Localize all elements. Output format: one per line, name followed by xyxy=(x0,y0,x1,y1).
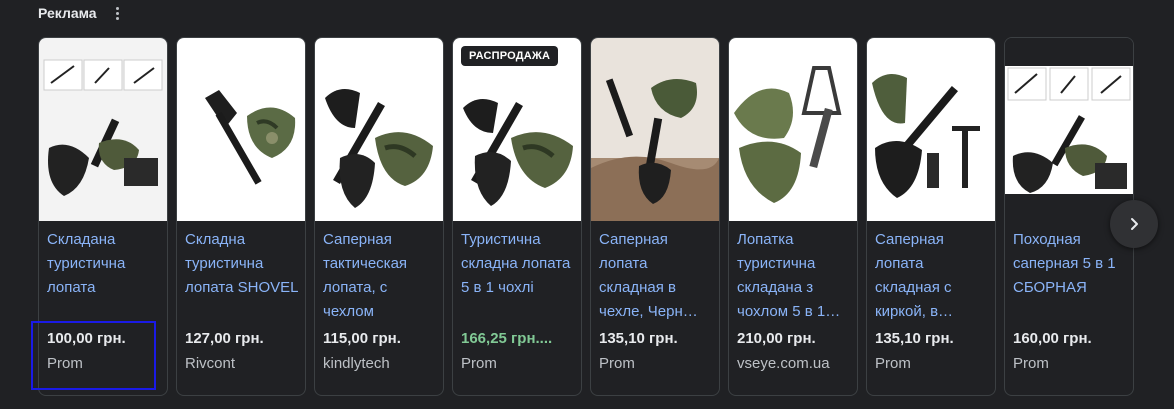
product-price: 135,10 грн. xyxy=(599,330,678,347)
product-price: 160,00 грн. xyxy=(1013,330,1092,347)
folding-shovel-icon xyxy=(43,59,163,196)
folding-shovel-icon xyxy=(872,74,980,198)
product-card[interactable]: Лопатка туристична складана з чохлом 5 в… xyxy=(728,37,858,396)
product-seller: kindlytech xyxy=(323,355,390,372)
product-seller: vseye.com.ua xyxy=(737,355,830,372)
ads-label: Реклама xyxy=(38,5,97,21)
product-card[interactable]: Складна туристична лопата SHOVEL 127,00 … xyxy=(176,37,306,396)
product-card[interactable]: РАСПРОДАЖА Туристична складна лопата 5 в… xyxy=(452,37,582,396)
chevron-right-icon xyxy=(1131,218,1138,230)
product-seller: Prom xyxy=(875,355,911,372)
product-seller: Rivcont xyxy=(185,355,236,372)
product-image: РАСПРОДАЖА xyxy=(453,38,581,221)
product-title[interactable]: Лопатка туристична складана з чохлом 5 в… xyxy=(737,228,851,324)
product-title[interactable]: Походная саперная 5 в 1 СБОРНАЯ xyxy=(1013,228,1127,300)
sale-badge: РАСПРОДАЖА xyxy=(461,46,559,66)
product-image xyxy=(39,38,167,221)
product-seller: Prom xyxy=(461,355,497,372)
product-price: 166,25 грн.... xyxy=(461,330,553,347)
product-title[interactable]: Саперная лопата складная в чехле, Черн… xyxy=(599,228,713,324)
product-seller: Prom xyxy=(47,355,83,372)
product-seller: Prom xyxy=(599,355,635,372)
folding-shovel-icon xyxy=(325,89,433,208)
product-carousel: Складана туристична лопата 100,00 грн. P… xyxy=(38,37,1138,396)
product-price: 210,00 грн. xyxy=(737,330,816,347)
product-seller: Prom xyxy=(1013,355,1049,372)
product-card[interactable]: Саперная тактическая лопата, с чехлом 11… xyxy=(314,37,444,396)
product-card[interactable]: Складана туристична лопата 100,00 грн. P… xyxy=(38,37,168,396)
product-image xyxy=(177,38,305,221)
product-image xyxy=(867,38,995,221)
product-title[interactable]: Саперная тактическая лопата, с чехлом xyxy=(323,228,437,324)
ads-header: Реклама xyxy=(38,4,127,22)
product-title[interactable]: Туристична складна лопата 5 в 1 чохлі xyxy=(461,228,575,300)
folding-shovel-icon xyxy=(591,78,719,221)
folding-shovel-icon xyxy=(734,66,842,203)
carousel-next-button[interactable] xyxy=(1110,200,1158,248)
product-card[interactable]: Саперная лопата складная в чехле, Черн… … xyxy=(590,37,720,396)
more-vert-icon[interactable] xyxy=(109,4,127,22)
product-image xyxy=(315,38,443,221)
product-title[interactable]: Складна туристична лопата SHOVEL xyxy=(185,228,299,300)
product-price: 135,10 грн. xyxy=(875,330,954,347)
product-image xyxy=(1005,38,1133,221)
product-title[interactable]: Складана туристична лопата xyxy=(47,228,161,300)
folding-shovel-icon xyxy=(1005,66,1133,194)
product-price: 100,00 грн. xyxy=(47,330,126,347)
product-image xyxy=(591,38,719,221)
product-price: 127,00 грн. xyxy=(185,330,264,347)
product-title[interactable]: Саперная лопата складная с киркой, в… xyxy=(875,228,989,324)
product-card[interactable]: Саперная лопата складная с киркой, в… 13… xyxy=(866,37,996,396)
product-image xyxy=(729,38,857,221)
folding-shovel-icon xyxy=(205,90,296,185)
product-price: 115,00 грн. xyxy=(323,330,401,347)
